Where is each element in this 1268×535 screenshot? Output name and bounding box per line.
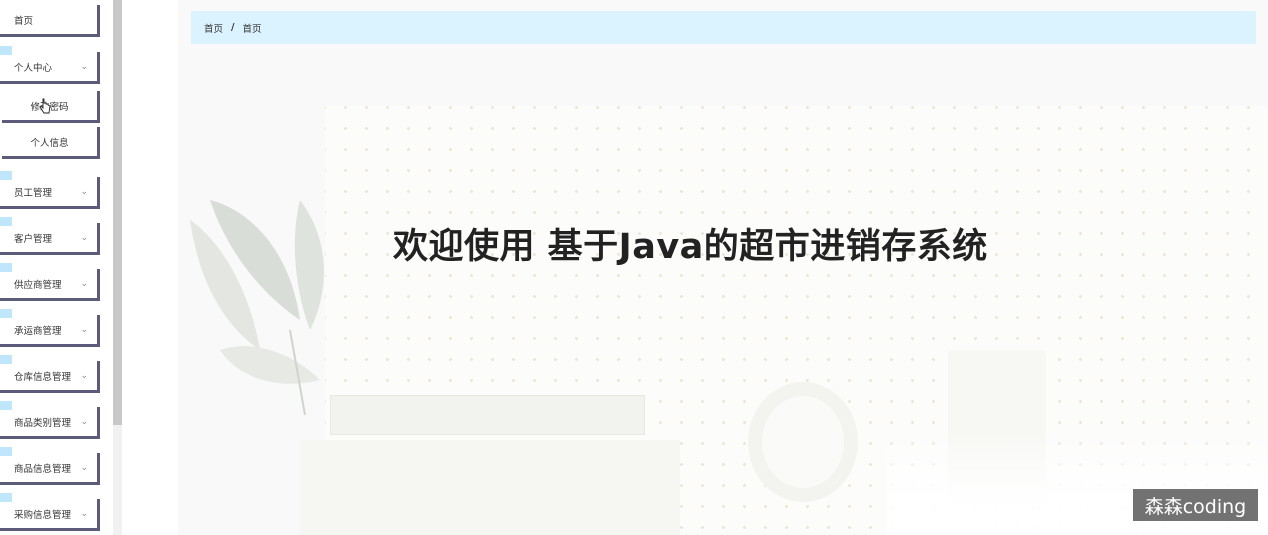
sidebar-item-product-management[interactable]: 商品信息管理 ⌄ <box>0 447 100 485</box>
sidebar-item-label: 个人中心 <box>14 62 53 74</box>
chevron-down-icon: ⌄ <box>80 509 88 519</box>
menu-marker <box>0 263 12 272</box>
sidebar-item-personal-center[interactable]: 个人中心 ⌄ <box>0 46 100 84</box>
sidebar: 首页 个人中心 ⌄ 修改密码 个人信息 员工管理 ⌄ 客户管理 ⌄ 供应商管理 … <box>0 0 112 535</box>
chevron-down-icon: ⌄ <box>80 325 88 335</box>
sidebar-item-category-management[interactable]: 商品类别管理 ⌄ <box>0 401 100 439</box>
chevron-down-icon: ⌄ <box>80 417 88 427</box>
menu-marker <box>0 171 12 180</box>
menu-marker <box>0 447 12 456</box>
sidebar-item-label: 员工管理 <box>14 187 53 199</box>
sidebar-item-label: 供应商管理 <box>14 279 62 291</box>
menu-marker <box>0 493 12 502</box>
chevron-down-icon: ⌄ <box>80 233 88 243</box>
menu-marker <box>0 401 12 410</box>
sidebar-item-purchase-management[interactable]: 采购信息管理 ⌄ <box>0 493 100 531</box>
sidebar-item-employee-management[interactable]: 员工管理 ⌄ <box>0 171 100 209</box>
sidebar-item-label: 仓库信息管理 <box>14 371 72 383</box>
sidebar-item-supplier-management[interactable]: 供应商管理 ⌄ <box>0 263 100 301</box>
sidebar-item-label: 首页 <box>14 15 34 27</box>
sidebar-item-home[interactable]: 首页 <box>0 5 100 37</box>
menu-marker <box>0 309 12 318</box>
sidebar-item-carrier-management[interactable]: 承运商管理 ⌄ <box>0 309 100 347</box>
sidebar-item-warehouse-management[interactable]: 仓库信息管理 ⌄ <box>0 355 100 393</box>
sidebar-item-label: 个人信息 <box>30 137 69 149</box>
sidebar-item-label: 采购信息管理 <box>14 509 72 521</box>
welcome-title: 欢迎使用 基于Java的超市进销存系统 <box>393 227 988 267</box>
chevron-down-icon: ⌄ <box>80 371 88 381</box>
chevron-down-icon: ⌄ <box>80 279 88 289</box>
podium-shape <box>300 440 680 535</box>
app-window: 首页 个人中心 ⌄ 修改密码 个人信息 员工管理 ⌄ 客户管理 ⌄ 供应商管理 … <box>0 0 1268 535</box>
sidebar-subitem-change-password[interactable]: 修改密码 <box>2 91 100 123</box>
breadcrumb-item-home[interactable]: 首页 <box>204 21 223 35</box>
breadcrumb-item-current: 首页 <box>242 23 262 35</box>
chevron-down-icon: ⌄ <box>80 187 88 197</box>
sidebar-item-label: 商品信息管理 <box>14 463 72 475</box>
podium-shape <box>330 395 645 435</box>
mouse-cursor-icon <box>39 98 51 114</box>
chevron-down-icon: ⌄ <box>80 463 88 473</box>
sidebar-item-label: 客户管理 <box>14 233 53 245</box>
sidebar-item-label: 承运商管理 <box>14 325 62 337</box>
sidebar-item-label: 商品类别管理 <box>14 417 72 429</box>
sidebar-subitem-personal-info[interactable]: 个人信息 <box>2 127 100 159</box>
sidebar-item-customer-management[interactable]: 客户管理 ⌄ <box>0 217 100 255</box>
chevron-down-icon: ⌄ <box>80 62 88 72</box>
menu-marker <box>0 217 12 226</box>
ring-shape <box>748 382 858 502</box>
plant-illustration <box>190 200 324 415</box>
menu-marker <box>0 355 12 364</box>
menu-marker <box>0 46 12 55</box>
sidebar-scrollbar-thumb[interactable] <box>113 0 122 425</box>
breadcrumb: 首页 / 首页 <box>191 11 1256 44</box>
breadcrumb-separator: / <box>231 22 235 33</box>
watermark-label: 森森coding <box>1133 489 1258 521</box>
